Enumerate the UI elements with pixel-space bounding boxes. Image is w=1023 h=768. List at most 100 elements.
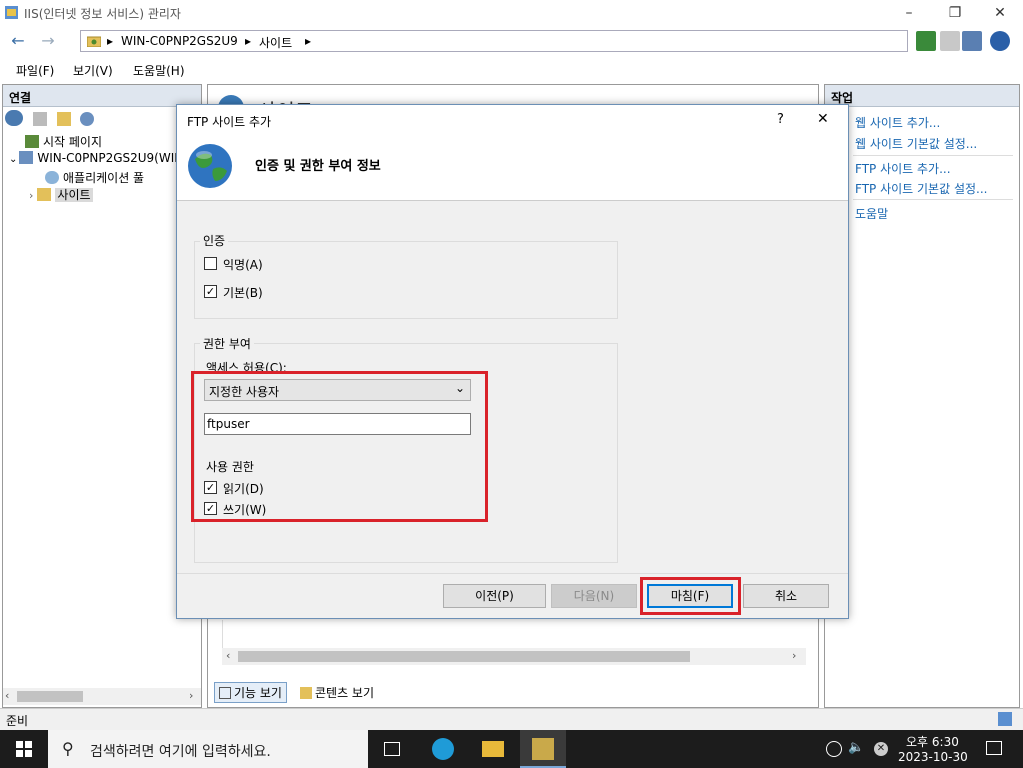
actions-header: 작업 xyxy=(825,85,1019,107)
window-title: IIS(인터넷 정보 서비스) 관리자 xyxy=(24,7,181,21)
close-window-button[interactable]: ✕ xyxy=(977,0,1023,26)
tab-label: 기능 보기 xyxy=(234,686,282,700)
minimize-button[interactable]: – xyxy=(886,0,932,26)
network-status-icon xyxy=(998,712,1012,726)
connections-pane: 연결 시작 페이지 ⌄ WIN-C0PNP2GS2U9(WIN 애플리케이션 풀 … xyxy=(2,84,202,708)
list-horizontal-scrollbar[interactable]: ‹ › xyxy=(222,648,806,665)
breadcrumb-separator: ▸ xyxy=(245,34,252,48)
clock-date[interactable]: 2023-10-30 xyxy=(898,750,968,764)
dialog-title: FTP 사이트 추가 xyxy=(187,115,272,129)
tab-content-view[interactable]: 콘텐츠 보기 xyxy=(296,683,378,702)
home-icon[interactable] xyxy=(962,31,982,51)
taskbar: ⚲ 검색하려면 여기에 입력하세요. 🔈 ✕ 오후 6:30 2023-10-3… xyxy=(0,730,1023,768)
status-text: 준비 xyxy=(6,714,29,728)
dialog-footer: 이전(P) 다음(N) 마침(F) 취소 xyxy=(177,573,848,618)
dialog-close-button[interactable]: ✕ xyxy=(817,111,829,127)
tree-label: 시작 페이지 xyxy=(43,135,103,149)
finish-highlight-box xyxy=(640,577,741,615)
tree-label: 사이트 xyxy=(55,188,93,202)
refresh-icon[interactable] xyxy=(916,31,936,51)
tree-app-pools[interactable]: 애플리케이션 풀 xyxy=(45,169,144,186)
taskbar-search[interactable]: ⚲ 검색하려면 여기에 입력하세요. xyxy=(48,730,368,768)
help-icon[interactable] xyxy=(990,31,1010,51)
dialog-title-bar: FTP 사이트 추가 ? ✕ xyxy=(177,105,848,135)
menu-help[interactable]: 도움말(H) xyxy=(133,62,185,79)
volume-muted-icon[interactable]: 🔈 xyxy=(848,740,864,755)
connections-toolbar xyxy=(5,110,95,129)
menu-view[interactable]: 보기(V) xyxy=(73,62,113,79)
address-bar: ← → ▸ WIN-C0PNP2GS2U9 ▸ 사이트 ▸ xyxy=(0,26,1023,56)
windows-start-icon[interactable] xyxy=(16,741,32,757)
scroll-thumb[interactable] xyxy=(238,651,690,662)
delete-connection-icon[interactable] xyxy=(80,112,95,126)
dialog-body: 인증 익명(A) ✓ 기본(B) 권한 부여 액세스 허용(C): 지정한 사용… xyxy=(177,201,848,594)
connect-icon[interactable] xyxy=(5,110,23,126)
status-bar: 준비 xyxy=(0,708,1023,730)
title-bar: IIS(인터넷 정보 서비스) 관리자 – ❐ ✕ xyxy=(0,0,1023,26)
basic-checkbox[interactable]: ✓ xyxy=(204,285,217,298)
basic-label: 기본(B) xyxy=(223,286,263,300)
scroll-thumb[interactable] xyxy=(17,691,83,702)
tree-start-page[interactable]: 시작 페이지 xyxy=(25,133,102,150)
restore-button[interactable]: ❐ xyxy=(932,0,978,26)
anonymous-checkbox[interactable] xyxy=(204,257,217,270)
horizontal-scrollbar[interactable]: ‹ › xyxy=(3,688,201,705)
sites-folder-icon xyxy=(37,188,52,201)
back-arrow-icon[interactable]: ← xyxy=(8,32,28,52)
folder-icon xyxy=(86,34,102,50)
iis-manager-taskbar-icon[interactable] xyxy=(520,730,566,768)
search-icon: ⚲ xyxy=(62,739,74,758)
chevron-down-icon[interactable]: ⌄ xyxy=(9,154,17,165)
cancel-button[interactable]: 취소 xyxy=(743,584,829,608)
breadcrumb-sites[interactable]: 사이트 xyxy=(259,34,292,51)
add-ftp-site-dialog: FTP 사이트 추가 ? ✕ 인증 및 권한 부여 정보 인증 익명(A) ✓ … xyxy=(176,104,849,619)
notification-close-icon[interactable]: ✕ xyxy=(874,742,888,756)
action-ftp-defaults[interactable]: FTP 사이트 기본값 설정... xyxy=(855,180,987,197)
edge-browser-icon[interactable] xyxy=(432,738,454,760)
breadcrumb-separator: ▸ xyxy=(107,34,114,48)
dialog-header: 인증 및 권한 부여 정보 xyxy=(177,135,848,201)
anonymous-label: 익명(A) xyxy=(223,258,263,272)
action-center-icon[interactable] xyxy=(986,741,1002,755)
action-add-website[interactable]: 웹 사이트 추가... xyxy=(855,114,940,131)
stop-icon[interactable] xyxy=(940,31,960,51)
menu-file[interactable]: 파일(F) xyxy=(16,62,54,79)
scroll-right-icon[interactable]: › xyxy=(792,649,796,662)
task-view-icon[interactable] xyxy=(384,742,400,756)
authentication-group xyxy=(194,241,618,319)
save-icon[interactable] xyxy=(32,112,47,126)
search-placeholder: 검색하려면 여기에 입력하세요. xyxy=(90,744,271,760)
action-website-defaults[interactable]: 웹 사이트 기본값 설정... xyxy=(855,135,977,152)
server-icon xyxy=(19,151,34,164)
action-add-ftp-site[interactable]: FTP 사이트 추가... xyxy=(855,160,951,177)
up-folder-icon[interactable] xyxy=(56,112,71,126)
features-view-icon xyxy=(219,687,231,699)
tree-sites[interactable]: › 사이트 xyxy=(29,186,93,203)
connections-header: 연결 xyxy=(3,85,201,107)
clock-time[interactable]: 오후 6:30 xyxy=(906,733,959,750)
scroll-left-icon[interactable]: ‹ xyxy=(5,689,9,702)
tree-server[interactable]: ⌄ WIN-C0PNP2GS2U9(WIN xyxy=(9,151,183,165)
action-help[interactable]: 도움말 xyxy=(855,205,888,222)
scroll-right-icon[interactable]: › xyxy=(189,689,193,702)
forward-arrow-icon[interactable]: → xyxy=(38,32,58,52)
divider xyxy=(853,199,1013,200)
content-view-icon xyxy=(300,687,312,699)
breadcrumb-server[interactable]: WIN-C0PNP2GS2U9 xyxy=(121,34,238,48)
tree-label: WIN-C0PNP2GS2U9(WIN xyxy=(37,151,184,165)
dialog-heading: 인증 및 권한 부여 정보 xyxy=(255,159,381,174)
previous-button[interactable]: 이전(P) xyxy=(443,584,546,608)
tab-features-view[interactable]: 기능 보기 xyxy=(214,682,287,703)
address-box[interactable]: ▸ WIN-C0PNP2GS2U9 ▸ 사이트 ▸ xyxy=(80,30,908,52)
next-button[interactable]: 다음(N) xyxy=(551,584,637,608)
start-page-icon xyxy=(25,135,39,148)
dialog-help-button[interactable]: ? xyxy=(777,112,784,127)
globe-icon xyxy=(187,143,233,189)
scroll-left-icon[interactable]: ‹ xyxy=(226,649,230,662)
actions-pane: 작업 웹 사이트 추가... 웹 사이트 기본값 설정... FTP 사이트 추… xyxy=(824,84,1020,708)
chevron-right-icon[interactable]: › xyxy=(29,189,33,202)
breadcrumb-separator: ▸ xyxy=(305,34,312,48)
authentication-label: 인증 xyxy=(200,232,229,249)
network-icon[interactable] xyxy=(826,741,842,757)
file-explorer-icon[interactable] xyxy=(482,741,504,757)
